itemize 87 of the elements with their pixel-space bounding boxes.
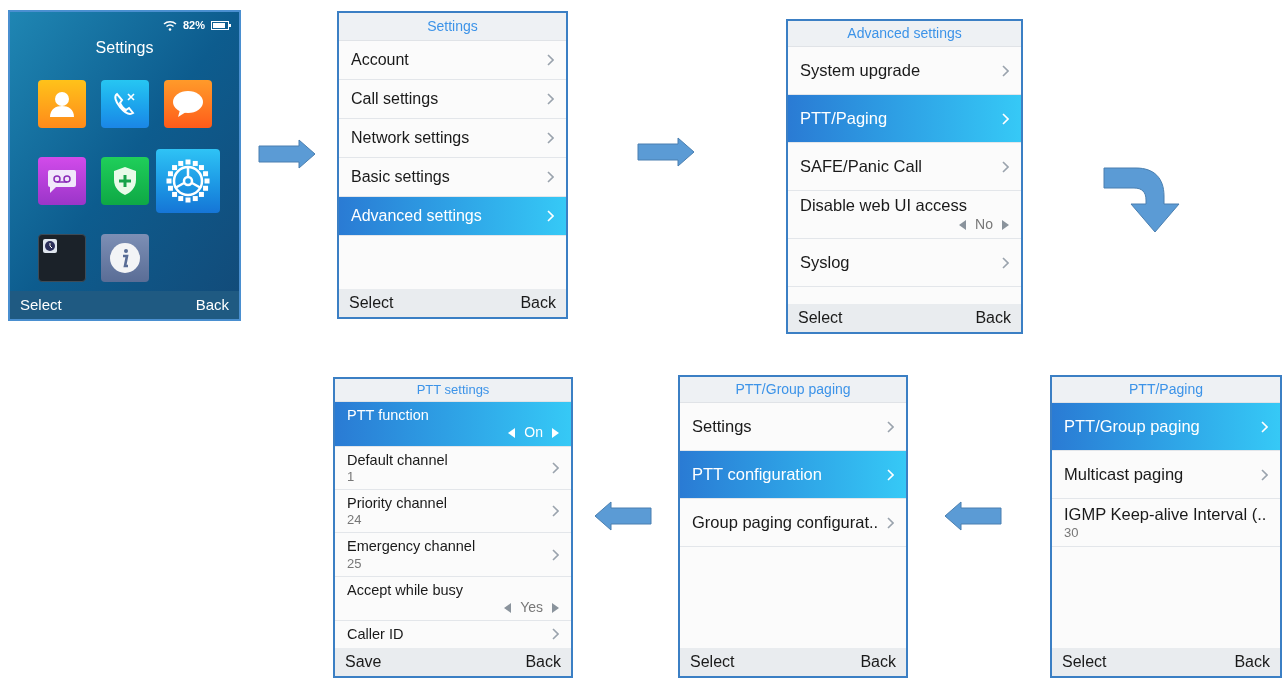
left-arrow	[943, 500, 1005, 534]
chevron-icon	[1260, 420, 1268, 433]
menu-item-label: PTT/Group paging	[1064, 416, 1200, 437]
clock-app-icon[interactable]	[37, 234, 86, 282]
chevron-icon	[551, 505, 559, 518]
option-value: No	[975, 216, 993, 234]
menu-item-label: Advanced settings	[351, 206, 482, 226]
menu-item-value: 1	[347, 468, 356, 485]
settings-app-icon[interactable]	[155, 149, 220, 213]
chevron-icon	[1001, 64, 1009, 77]
right-triangle-icon	[551, 427, 559, 438]
right-triangle-icon	[1001, 219, 1009, 230]
screen-title: Settings	[94, 38, 155, 58]
menu-item-label: PTT/Paging	[800, 108, 888, 129]
menu-item-label: Disable web UI access	[800, 195, 968, 217]
softkey-label[interactable]: Save	[345, 650, 382, 674]
menu-item-label: Multicast paging	[1064, 464, 1184, 485]
menu-item-label: Emergency channel	[347, 537, 476, 556]
softkey-label[interactable]: Select	[1062, 650, 1107, 674]
chevron-icon	[1001, 160, 1009, 173]
menu-item[interactable]: Advanced settings	[339, 197, 566, 236]
phone-app-icon[interactable]	[100, 80, 149, 128]
battery-percentage: 82%	[182, 17, 205, 33]
menu-item-label: IGMP Keep-alive Interval (..	[1064, 504, 1268, 525]
chevron-icon	[546, 93, 554, 105]
softkey-label[interactable]: Back	[525, 650, 561, 674]
softkey-label[interactable]: Back	[195, 293, 229, 317]
menu-item-label: Caller ID	[347, 625, 404, 644]
contacts-app-icon[interactable]	[37, 80, 86, 128]
voicemail-app-icon[interactable]	[37, 157, 86, 205]
softkey-label[interactable]: Select	[690, 650, 735, 674]
softkey-label[interactable]: Back	[860, 650, 896, 674]
chevron-icon	[551, 461, 559, 474]
menu-item-value: 24	[347, 512, 363, 529]
chevron-icon	[546, 54, 554, 66]
menu-item-label: Network settings	[351, 128, 470, 148]
softkey-label[interactable]: Back	[1234, 650, 1270, 674]
menu-item-label: Settings	[692, 416, 752, 437]
softkey-label[interactable]: Back	[520, 291, 556, 315]
menu-item-label: SAFE/Panic Call	[800, 156, 922, 177]
softkey-label[interactable]: Select	[349, 291, 394, 315]
chevron-icon	[886, 468, 894, 481]
chevron-icon	[1001, 256, 1009, 269]
left-arrow	[593, 500, 655, 534]
menu-item-label: Accept while busy	[347, 580, 465, 599]
softkey-label[interactable]: Select	[798, 306, 843, 330]
screen-title: PTT/Paging	[1052, 377, 1280, 403]
menu-item-value: 25	[347, 555, 363, 572]
left-triangle-icon	[508, 427, 517, 438]
softkey-label[interactable]: Back	[975, 306, 1011, 330]
screen-title: PTT/Group paging	[680, 377, 906, 403]
wifi-icon	[162, 19, 177, 31]
chevron-icon	[546, 171, 554, 183]
screen-title: PTT settings	[335, 379, 571, 402]
menu-item-label: Basic settings	[351, 167, 450, 187]
right-triangle-icon	[551, 602, 559, 613]
option-value: On	[524, 424, 543, 442]
chevron-icon	[1260, 468, 1268, 481]
chevron-icon	[551, 628, 559, 641]
menu-item-label: System upgrade	[800, 60, 921, 81]
menu-item-label: Call settings	[351, 89, 439, 109]
left-triangle-icon	[504, 602, 513, 613]
option-value: Yes	[520, 598, 543, 617]
left-triangle-icon	[959, 219, 968, 230]
chevron-icon	[886, 516, 894, 529]
battery-icon	[211, 20, 231, 30]
chevron-icon	[886, 420, 894, 433]
menu-item[interactable]: PTT configuration	[680, 451, 906, 499]
chevron-icon	[1001, 112, 1009, 125]
softkey-label[interactable]: Select	[20, 293, 62, 317]
menu-item-label: Priority channel	[347, 494, 447, 513]
menu-item-value: 30	[1064, 524, 1080, 541]
menu-item-label: Default channel	[347, 450, 448, 469]
menu-item-label: Syslog	[800, 252, 850, 273]
chevron-icon	[546, 210, 554, 222]
chevron-icon	[546, 132, 554, 144]
menu-item-label: PTT function	[347, 406, 430, 425]
screen-title: Settings	[339, 13, 566, 41]
menu-item-label: PTT configuration	[692, 464, 822, 485]
screen-title: Advanced settings	[788, 21, 1021, 47]
chat-app-icon[interactable]	[163, 80, 212, 128]
menu-item-label: Group paging configurat..	[692, 512, 879, 533]
info-app-icon[interactable]	[100, 234, 149, 282]
chevron-icon	[551, 548, 559, 561]
menu-item[interactable]: PTT function On	[335, 402, 571, 447]
shield-app-icon[interactable]	[100, 157, 149, 205]
menu-item-label: Account	[351, 50, 409, 70]
